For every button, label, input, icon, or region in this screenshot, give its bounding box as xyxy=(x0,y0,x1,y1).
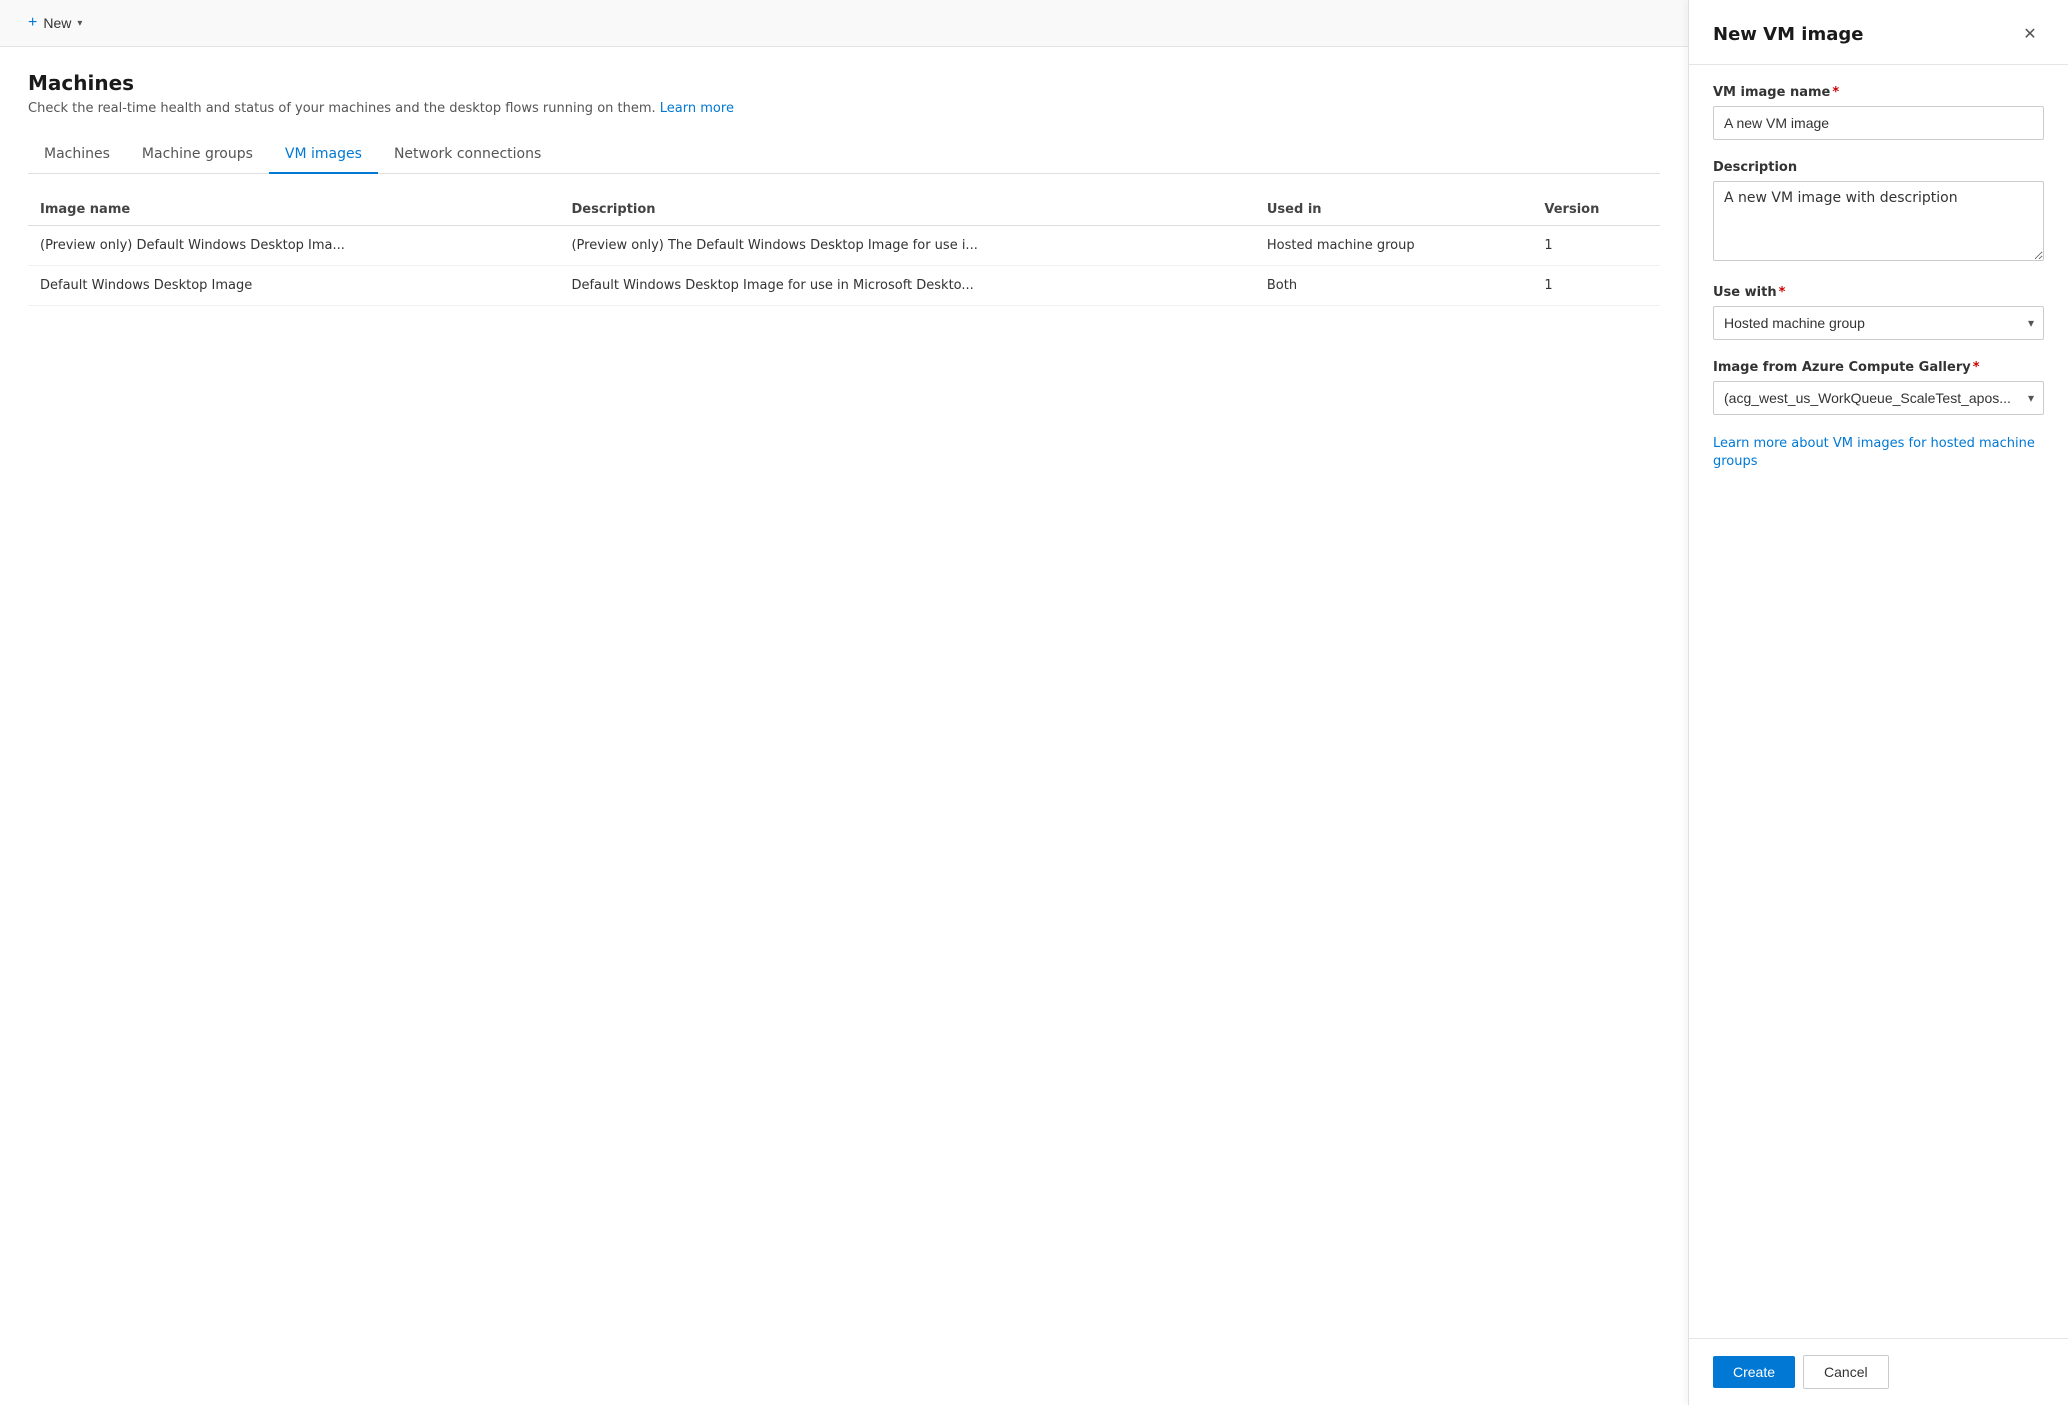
description-group: Description A new VM image with descript… xyxy=(1713,160,2044,265)
helper-link-container: Learn more about VM images for hosted ma… xyxy=(1713,435,2044,471)
row-image-name: (Preview only) Default Windows Desktop I… xyxy=(28,226,559,266)
new-button[interactable]: + New ▾ xyxy=(20,10,90,36)
use-with-group: Use with* Hosted machine group Both ▾ xyxy=(1713,285,2044,340)
panel-title: New VM image xyxy=(1713,24,1863,45)
col-description: Description xyxy=(559,194,1254,226)
close-icon: ✕ xyxy=(2023,24,2036,44)
col-image-name: Image name xyxy=(28,194,559,226)
row-used-in: Both xyxy=(1255,266,1533,306)
new-label: New xyxy=(43,15,71,31)
table-row[interactable]: Default Windows Desktop Image Default Wi… xyxy=(28,266,1660,306)
col-used-in: Used in xyxy=(1255,194,1533,226)
tab-machine-groups[interactable]: Machine groups xyxy=(126,136,269,174)
required-indicator: * xyxy=(1832,85,1839,100)
create-button[interactable]: Create xyxy=(1713,1356,1795,1388)
required-indicator: * xyxy=(1973,360,1980,375)
vm-images-table: Image name Description Used in Version (… xyxy=(28,194,1660,306)
vm-image-name-input[interactable] xyxy=(1713,106,2044,140)
use-with-label: Use with* xyxy=(1713,285,2044,300)
side-panel: New VM image ✕ VM image name* Descriptio… xyxy=(1688,0,2068,1405)
tab-network-connections[interactable]: Network connections xyxy=(378,136,557,174)
close-button[interactable]: ✕ xyxy=(2016,20,2044,48)
description-input[interactable]: A new VM image with description xyxy=(1713,181,2044,261)
required-indicator: * xyxy=(1779,285,1786,300)
page-body: Machines Check the real-time health and … xyxy=(0,47,1688,1405)
tabs-bar: Machines Machine groups VM images Networ… xyxy=(28,136,1660,174)
learn-more-hosted-link[interactable]: Learn more about VM images for hosted ma… xyxy=(1713,435,2044,471)
vm-image-name-group: VM image name* xyxy=(1713,85,2044,140)
page-subtitle: Check the real-time health and status of… xyxy=(28,101,1660,116)
row-used-in: Hosted machine group xyxy=(1255,226,1533,266)
panel-footer: Create Cancel xyxy=(1689,1338,2068,1405)
image-gallery-select-wrapper: (acg_west_us_WorkQueue_ScaleTest_apos...… xyxy=(1713,381,2044,415)
description-label: Description xyxy=(1713,160,2044,175)
col-version: Version xyxy=(1532,194,1660,226)
cancel-button[interactable]: Cancel xyxy=(1803,1355,1889,1389)
row-image-name: Default Windows Desktop Image xyxy=(28,266,559,306)
row-description: (Preview only) The Default Windows Deskt… xyxy=(559,226,1254,266)
use-with-select-wrapper: Hosted machine group Both ▾ xyxy=(1713,306,2044,340)
tab-machines[interactable]: Machines xyxy=(28,136,126,174)
image-gallery-group: Image from Azure Compute Gallery* (acg_w… xyxy=(1713,360,2044,415)
learn-more-link[interactable]: Learn more xyxy=(660,101,734,116)
row-version: 1 xyxy=(1532,226,1660,266)
tab-vm-images[interactable]: VM images xyxy=(269,136,378,174)
image-gallery-label: Image from Azure Compute Gallery* xyxy=(1713,360,2044,375)
vm-image-name-label: VM image name* xyxy=(1713,85,2044,100)
plus-icon: + xyxy=(28,14,37,32)
table-row[interactable]: (Preview only) Default Windows Desktop I… xyxy=(28,226,1660,266)
toolbar: + New ▾ xyxy=(0,0,1688,47)
page-title: Machines xyxy=(28,71,1660,95)
image-gallery-select[interactable]: (acg_west_us_WorkQueue_ScaleTest_apos... xyxy=(1713,381,2044,415)
panel-header: New VM image ✕ xyxy=(1689,0,2068,65)
chevron-down-icon: ▾ xyxy=(77,18,82,29)
row-description: Default Windows Desktop Image for use in… xyxy=(559,266,1254,306)
use-with-select[interactable]: Hosted machine group Both xyxy=(1713,306,2044,340)
panel-body: VM image name* Description A new VM imag… xyxy=(1689,65,2068,1338)
row-version: 1 xyxy=(1532,266,1660,306)
